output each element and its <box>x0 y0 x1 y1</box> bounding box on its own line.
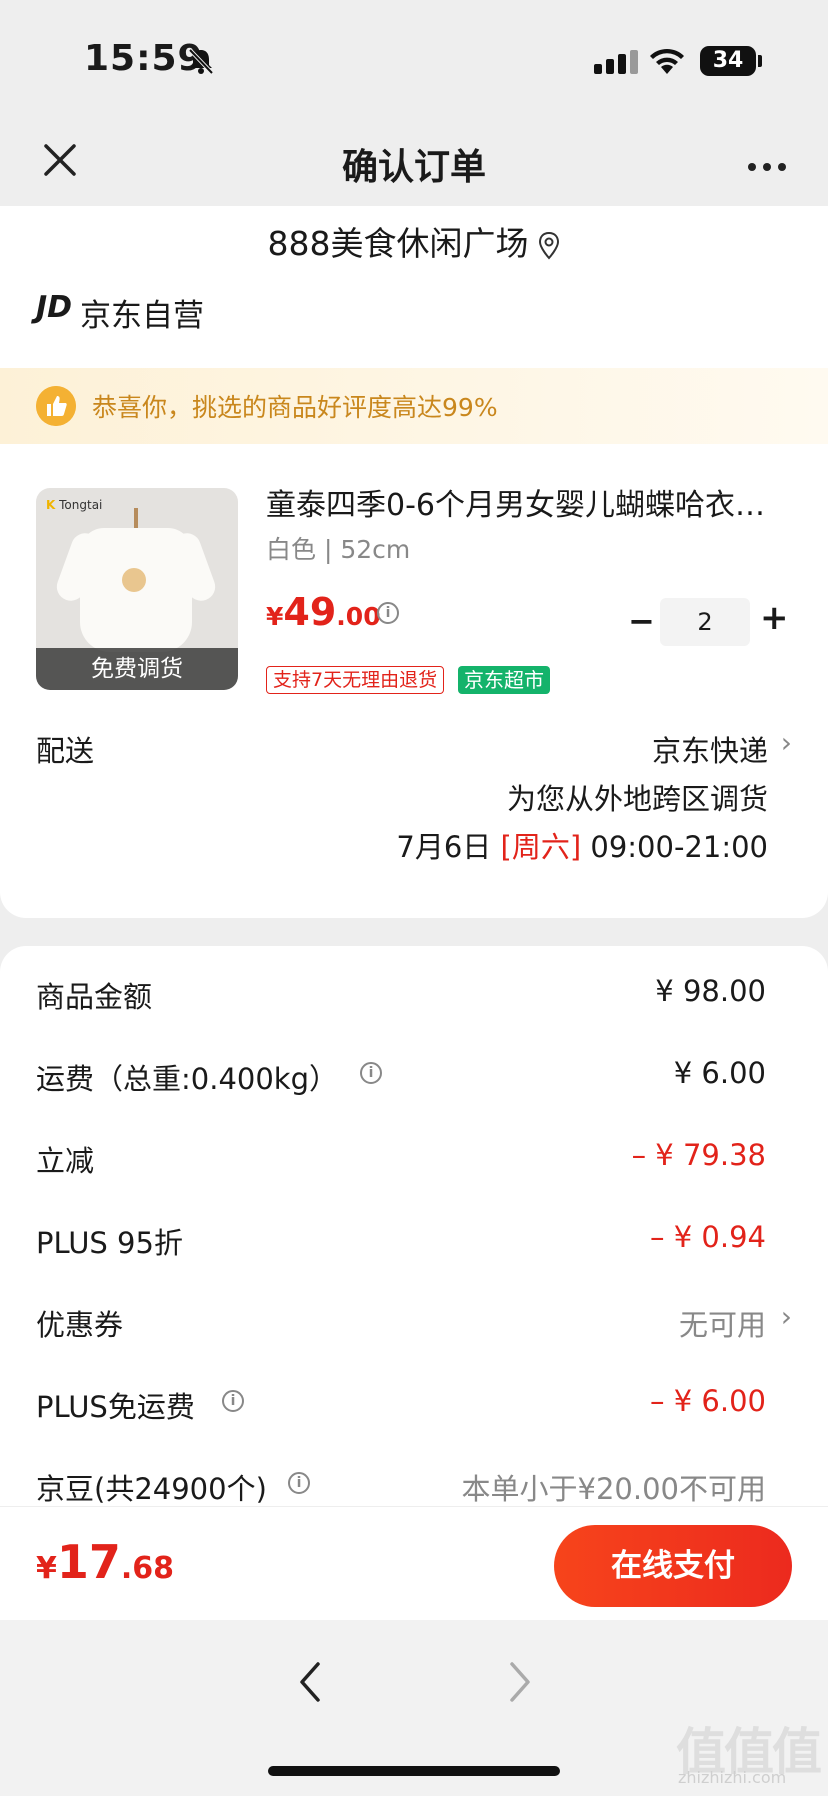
plus-free-shipping-label: PLUS免运费 <box>36 1390 195 1424</box>
brand-logo: K Tongtai <box>46 498 103 512</box>
product-badge <box>122 568 146 592</box>
freight-value: ¥ 6.00 <box>673 1056 766 1090</box>
jd-beans-info-icon[interactable]: i <box>288 1472 310 1494</box>
discount-row: 立减 – ¥ 79.38 <box>0 1138 828 1198</box>
back-arrow-icon[interactable] <box>290 1656 330 1708</box>
thumbs-up-icon <box>36 386 76 426</box>
jd-logo: JD <box>36 290 73 325</box>
price-summary-card: 商品金额 ¥ 98.00 运费（总重:0.400kg） i ¥ 6.00 立减 … <box>0 946 828 1506</box>
hanger <box>134 508 138 530</box>
page-title: 确认订单 <box>341 147 486 188</box>
increase-button[interactable]: + <box>760 598 789 638</box>
more-icon[interactable] <box>748 156 793 175</box>
return-policy-tag: 支持7天无理由退货 <box>266 666 445 694</box>
freight-info-icon[interactable]: i <box>360 1062 382 1084</box>
status-bar: 15:59 34 <box>0 0 828 120</box>
store-name: 888美食休闲广场 <box>267 224 529 263</box>
product-spec: 白色 | 52cm <box>266 535 411 564</box>
total-currency: ¥ <box>36 1551 57 1586</box>
wifi-icon <box>650 48 684 74</box>
battery-icon: 34 <box>700 46 756 76</box>
battery-tip <box>758 55 762 67</box>
price-info-icon[interactable]: i <box>377 602 399 624</box>
plus-free-shipping-row: PLUS免运费 i – ¥ 6.00 <box>0 1384 828 1444</box>
jd-market-tag: 京东超市 <box>458 666 550 694</box>
quantity-value[interactable]: 2 <box>660 598 750 646</box>
delivery-date: 7月6日 <box>396 830 492 864</box>
forward-arrow-icon[interactable] <box>500 1656 540 1708</box>
goods-amount-value: ¥ 98.00 <box>655 974 766 1008</box>
plus-free-shipping-value: – ¥ 6.00 <box>650 1384 766 1418</box>
delivery-weekday: [周六] <box>500 830 582 864</box>
jd-beans-value: 本单小于¥20.00不可用 <box>461 1472 766 1506</box>
coupon-label: 优惠券 <box>36 1308 124 1342</box>
praise-banner: 恭喜你，挑选的商品好评度高达99% <box>0 368 828 444</box>
jd-beans-label: 京豆(共24900个) <box>36 1472 267 1506</box>
goods-amount-label: 商品金额 <box>36 980 153 1014</box>
pay-online-button[interactable]: 在线支付 <box>554 1525 792 1607</box>
discount-label: 立减 <box>36 1144 95 1178</box>
goods-amount-row: 商品金额 ¥ 98.00 <box>0 974 828 1034</box>
decrease-button[interactable]: − <box>628 602 655 640</box>
shipping-method[interactable]: 京东快递 <box>652 728 768 770</box>
freight-row: 运费（总重:0.400kg） i ¥ 6.00 <box>0 1056 828 1116</box>
coupon-row[interactable]: 优惠券 无可用 › <box>0 1300 828 1362</box>
watermark-url: zhizhizhi.com <box>678 1768 787 1787</box>
praise-text: 恭喜你，挑选的商品好评度高达99% <box>92 393 498 422</box>
payment-bar: ¥17.68 在线支付 <box>0 1506 828 1620</box>
price-currency: ¥ <box>266 602 284 631</box>
home-indicator[interactable] <box>268 1766 560 1776</box>
nav-bar: 确认订单 <box>0 120 828 206</box>
thumbnail-label: 免费调货 <box>36 648 238 690</box>
plus-free-shipping-info-icon[interactable]: i <box>222 1390 244 1412</box>
chevron-right-icon[interactable]: › <box>781 726 792 759</box>
order-item-card: JD 京东自营 恭喜你，挑选的商品好评度高达99% K Tongtai 免费调货… <box>0 282 828 918</box>
product-price: ¥49.00 <box>266 590 381 634</box>
price-integer: 49 <box>283 590 337 634</box>
location-pin-icon <box>538 231 559 259</box>
seller-name: 京东自营 <box>80 298 204 334</box>
delivery-time-range: 09:00-21:00 <box>590 830 768 864</box>
delivery-time: 7月6日 [周六] 09:00-21:00 <box>396 824 768 866</box>
plus-discount-row: PLUS 95折 – ¥ 0.94 <box>0 1220 828 1280</box>
store-address-bar[interactable]: 888美食休闲广场 <box>0 206 828 282</box>
product-title[interactable]: 童泰四季0-6个月男女婴儿蝴蝶哈衣… <box>266 480 786 524</box>
total-price: ¥17.68 <box>36 1535 174 1589</box>
shipping-note: 为您从外地跨区调货 <box>506 782 768 816</box>
bell-muted-icon <box>188 48 214 75</box>
plus-discount-value: – ¥ 0.94 <box>650 1220 766 1254</box>
product-thumbnail[interactable]: K Tongtai 免费调货 <box>36 488 238 690</box>
total-decimal: .68 <box>120 1551 175 1586</box>
freight-label: 运费（总重:0.400kg） <box>36 1062 338 1096</box>
plus-discount-label: PLUS 95折 <box>36 1226 183 1260</box>
total-integer: 17 <box>56 1535 121 1589</box>
coupon-value: 无可用 <box>678 1308 766 1342</box>
price-decimal: .00 <box>336 602 381 631</box>
shipping-label: 配送 <box>36 734 95 768</box>
discount-value: – ¥ 79.38 <box>631 1138 766 1172</box>
browser-toolbar: 值值值 zhizhizhi.com <box>0 1620 828 1796</box>
chevron-right-icon[interactable]: › <box>781 1300 792 1333</box>
